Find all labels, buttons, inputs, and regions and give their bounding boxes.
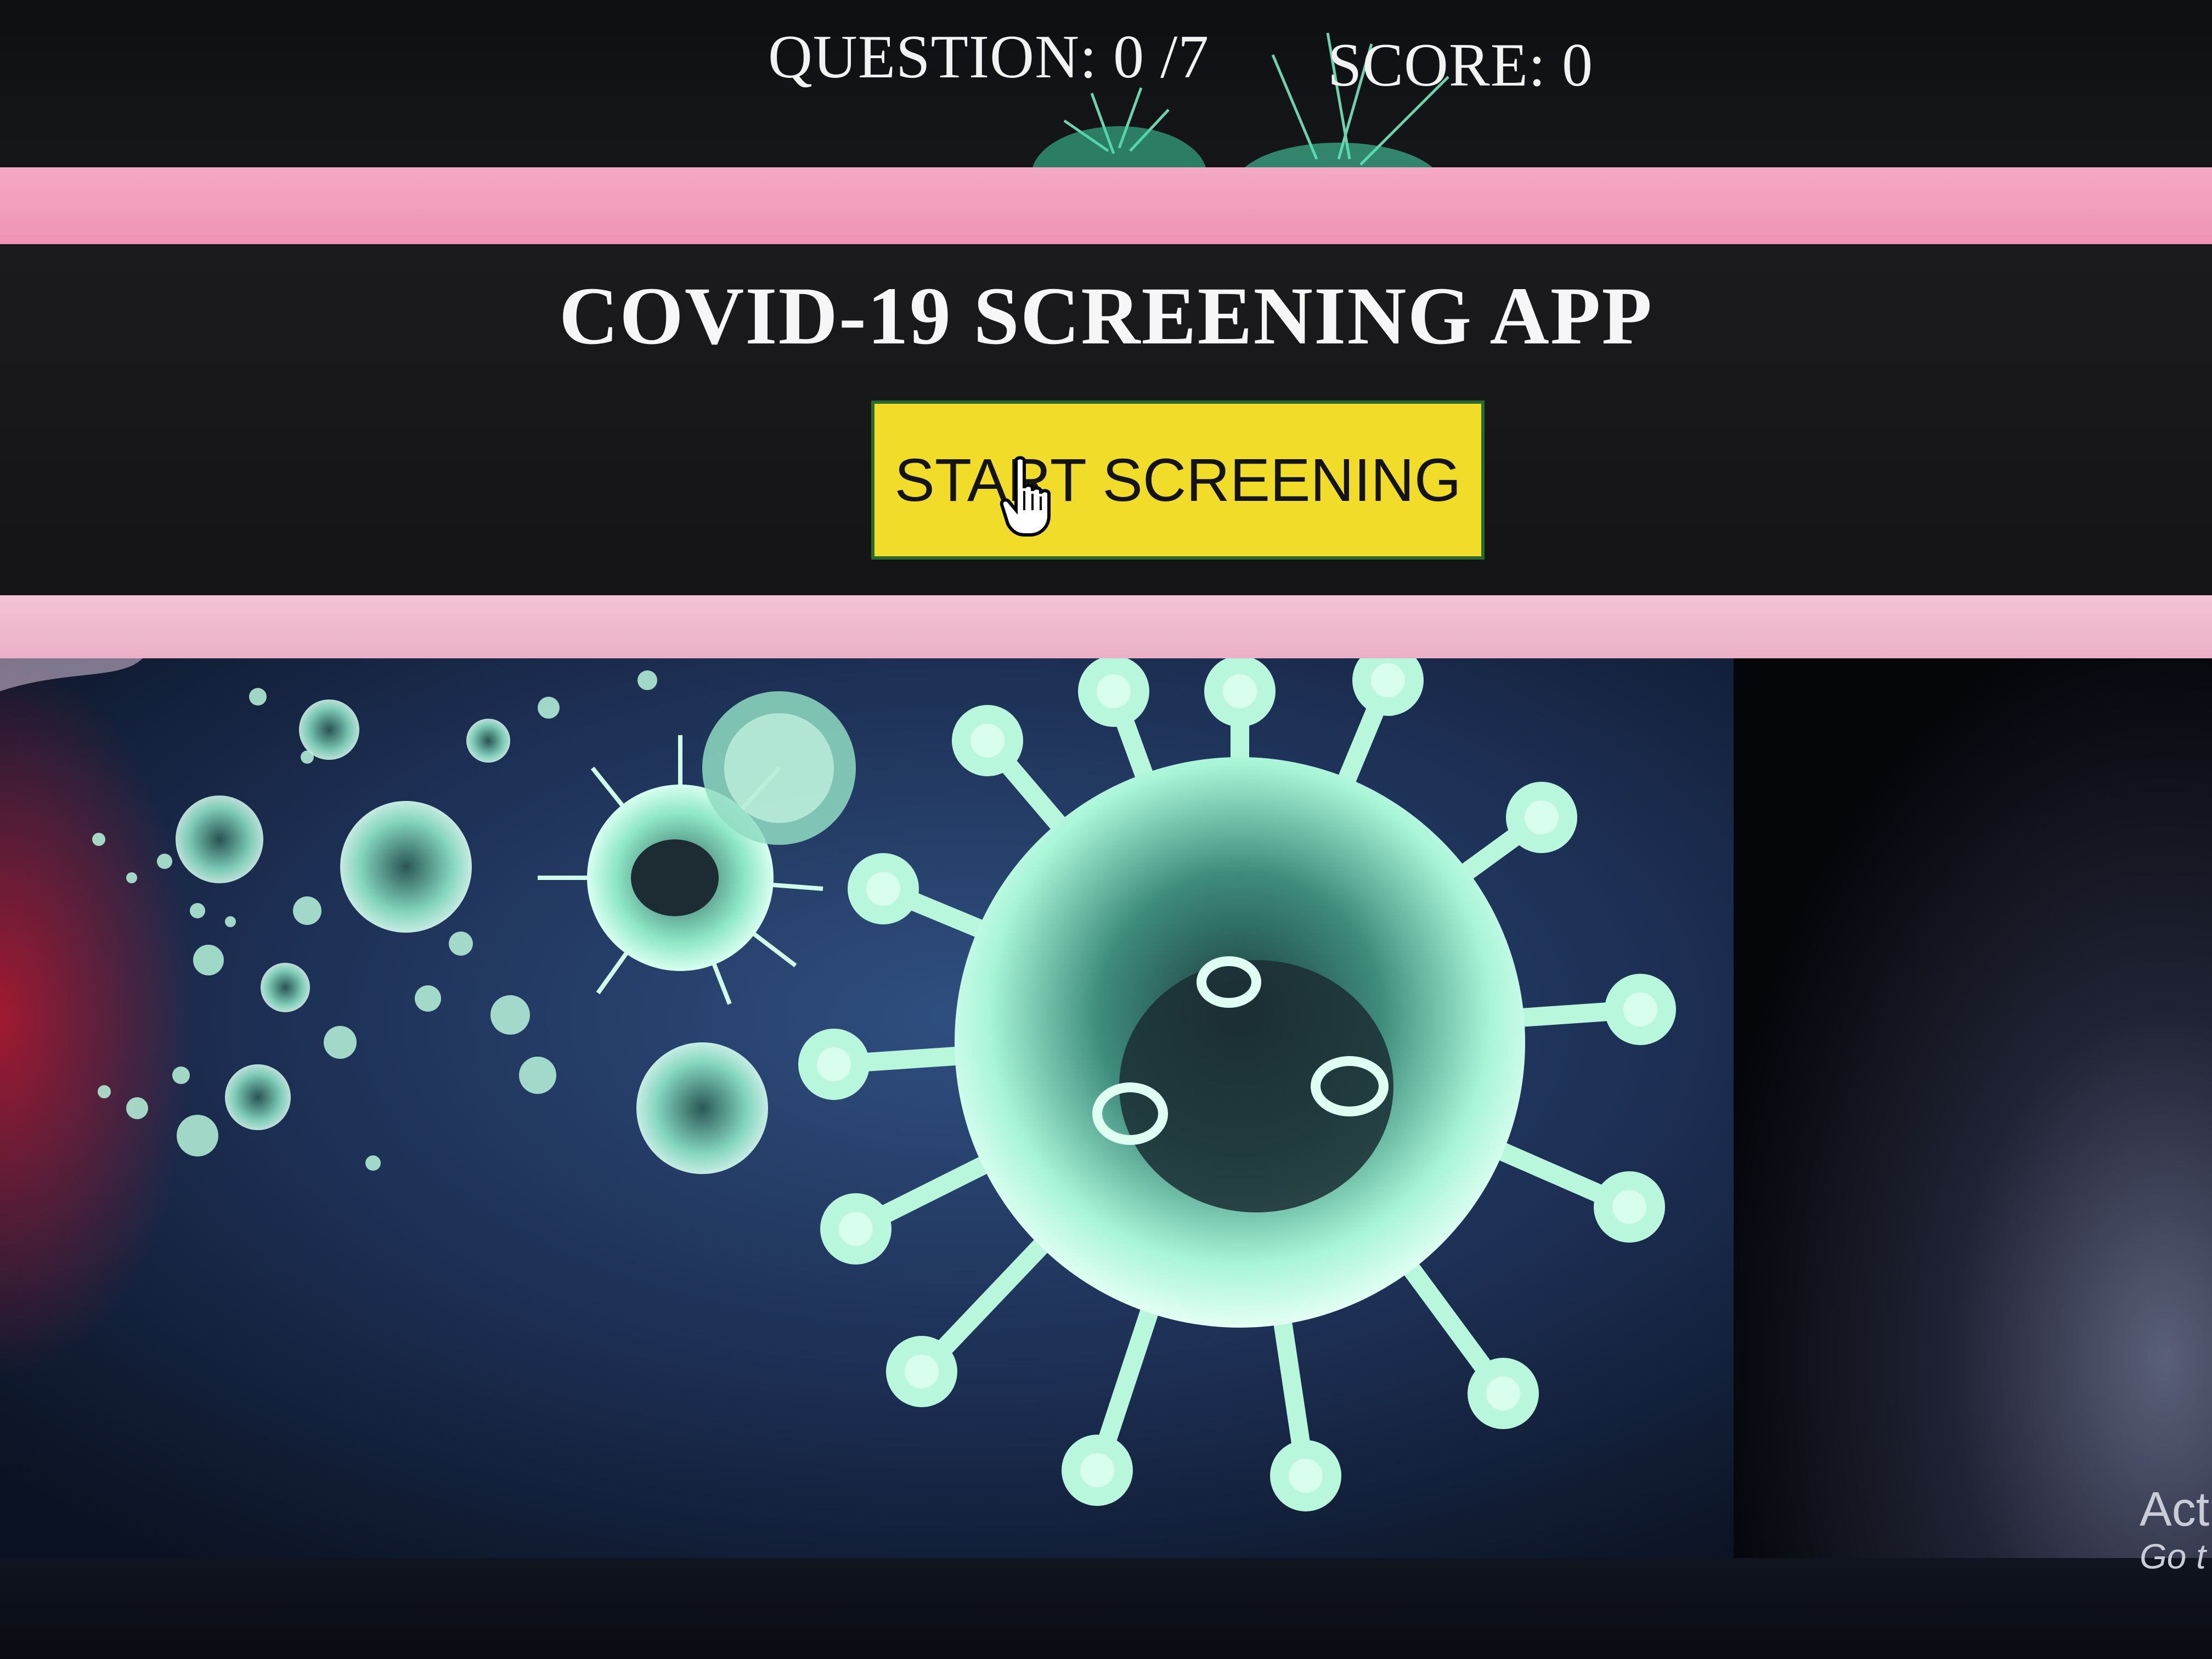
activation-watermark-line2: Go t bbox=[2140, 1537, 2206, 1576]
pink-divider-bottom bbox=[0, 595, 2212, 658]
app-title: COVID-19 SCREENING APP bbox=[558, 270, 1654, 362]
hand-pointer-cursor-icon bbox=[1000, 456, 1051, 537]
start-screening-button[interactable]: START SCREENING bbox=[871, 400, 1485, 560]
score-counter: SCORE: 0 bbox=[1328, 31, 1594, 99]
app-screen: QUESTION: 0 /7 SCORE: 0 COVID-19 SCREENI… bbox=[0, 0, 2212, 1659]
start-panel: COVID-19 SCREENING APP START SCREENING bbox=[0, 244, 2212, 595]
hud-bar: QUESTION: 0 /7 SCORE: 0 bbox=[0, 0, 2212, 181]
virus-illustration bbox=[0, 658, 1756, 1558]
activation-watermark-line1: Act bbox=[2140, 1482, 2210, 1536]
question-counter: QUESTION: 0 /7 bbox=[768, 23, 1210, 91]
pink-divider-top bbox=[0, 167, 2212, 244]
bottom-strip bbox=[0, 1558, 2212, 1659]
